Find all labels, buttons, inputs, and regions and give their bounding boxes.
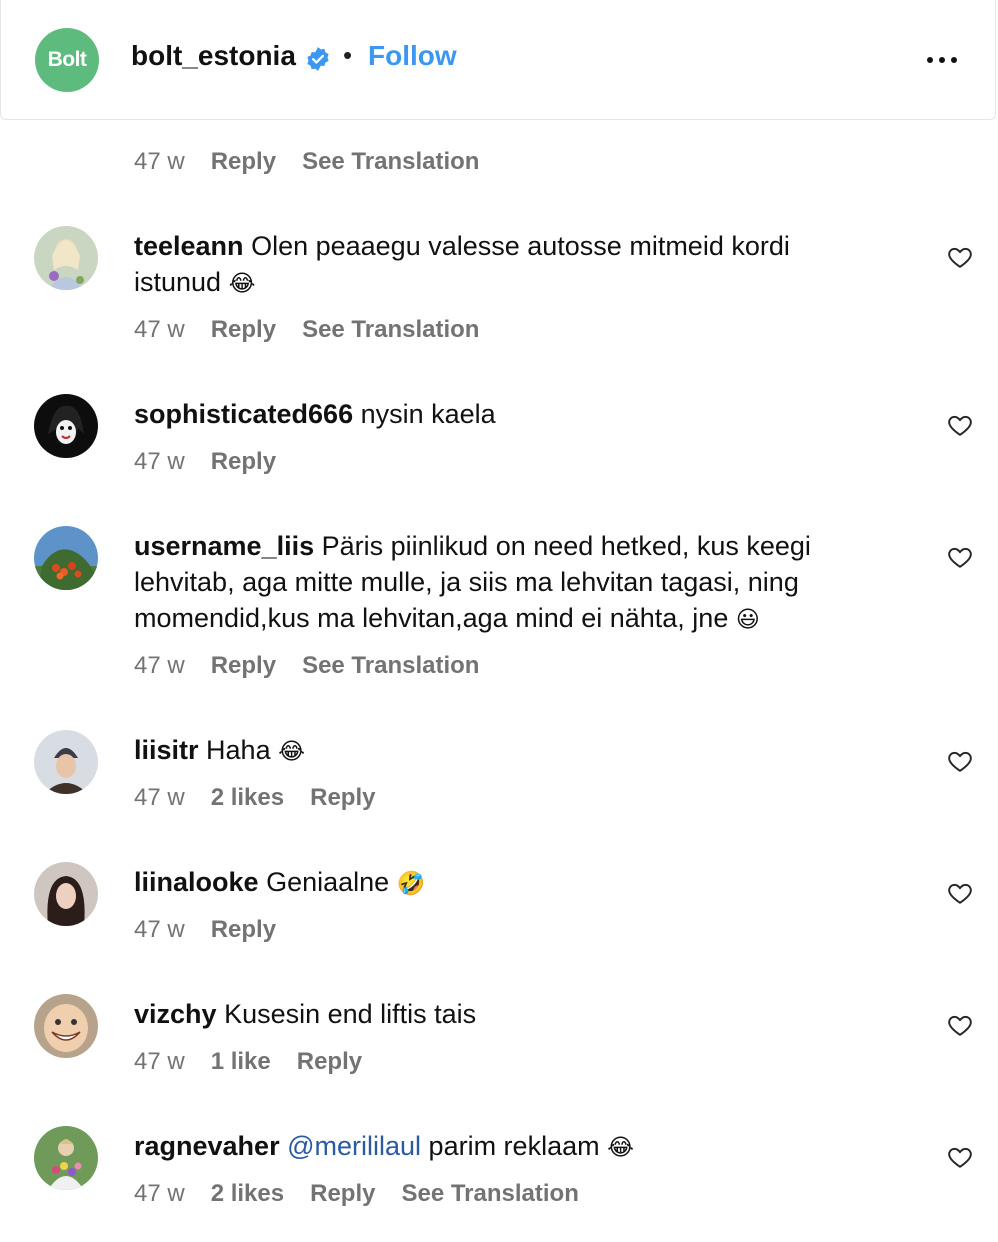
like-heart-icon[interactable]	[946, 544, 974, 570]
comment-meta: 47 w Reply	[134, 448, 302, 476]
comment-username[interactable]: liinalooke	[134, 867, 259, 897]
comment-meta: 47 w Reply See Translation	[134, 652, 505, 680]
avatar[interactable]	[34, 1126, 98, 1190]
emoji: 😂	[228, 270, 256, 296]
comment-time: 47 w	[134, 1048, 185, 1075]
comment-body: parim reklaam	[428, 1131, 600, 1161]
follow-button[interactable]: Follow	[368, 40, 457, 72]
emoji: 😂	[278, 738, 305, 764]
see-translation-button[interactable]: See Translation	[401, 1180, 578, 1208]
reply-button[interactable]: Reply	[211, 916, 276, 944]
avatar[interactable]	[34, 862, 98, 926]
comment-time: 47 w	[134, 916, 185, 943]
like-heart-icon[interactable]	[946, 244, 974, 270]
avatar[interactable]	[34, 526, 98, 590]
emoji: 😂	[607, 1134, 634, 1160]
post-header: Bolt bolt_estonia • Follow	[0, 0, 996, 120]
comment-text: teeleann Olen peaaegu valesse autosse mi…	[134, 228, 884, 301]
verified-badge-icon	[307, 47, 329, 71]
comment-time: 47 w	[134, 448, 185, 475]
comment-text: ragnevaher @merililaul parim reklaam 😂	[134, 1128, 884, 1165]
comment-time: 47 w	[134, 652, 185, 679]
avatar[interactable]	[34, 730, 98, 794]
comment-username[interactable]: sophisticated666	[134, 399, 353, 429]
comment-time: 47 w	[134, 316, 185, 343]
reply-button[interactable]: Reply	[310, 1180, 375, 1208]
see-translation-button[interactable]: See Translation	[302, 316, 479, 344]
comment-body: nysin kaela	[360, 399, 496, 429]
comment-text: liinalooke Geniaalne 🤣	[134, 864, 884, 901]
comment-username[interactable]: teeleann	[134, 231, 244, 261]
comment-text: liisitr Haha 😂	[134, 732, 884, 769]
avatar[interactable]	[34, 994, 98, 1058]
more-options-icon[interactable]	[927, 48, 963, 72]
emoji: 🤣	[396, 870, 426, 896]
comment-time: 47 w	[134, 1180, 185, 1207]
comment-meta: 47 w 1 like Reply	[134, 1048, 388, 1076]
comment-meta: 47 w Reply See Translation	[134, 148, 505, 176]
emoji: 😃	[735, 606, 760, 632]
comment-username[interactable]: vizchy	[134, 999, 217, 1029]
comment-meta: 47 w Reply See Translation	[134, 316, 505, 344]
comment-body: Haha	[206, 735, 271, 765]
comment-meta: 47 w Reply	[134, 916, 302, 944]
reply-button[interactable]: Reply	[297, 1048, 362, 1076]
avatar[interactable]	[34, 226, 98, 290]
mention-link[interactable]: @merililaul	[287, 1131, 421, 1161]
like-heart-icon[interactable]	[946, 412, 974, 438]
like-heart-icon[interactable]	[946, 1144, 974, 1170]
account-username[interactable]: bolt_estonia	[131, 40, 296, 72]
separator-dot: •	[343, 40, 353, 70]
comment-text: vizchy Kusesin end liftis tais	[134, 996, 884, 1032]
like-heart-icon[interactable]	[946, 1012, 974, 1038]
likes-count[interactable]: 2 likes	[211, 784, 284, 812]
likes-count[interactable]: 2 likes	[211, 1180, 284, 1208]
avatar[interactable]	[34, 394, 98, 458]
comment-username[interactable]: username_liis	[134, 531, 314, 561]
comment-meta: 47 w 2 likes Reply	[134, 784, 401, 812]
comment-body: Geniaalne	[266, 867, 390, 897]
comment-username[interactable]: ragnevaher	[134, 1131, 280, 1161]
reply-button[interactable]: Reply	[211, 652, 276, 680]
comment-body: Kusesin end liftis tais	[224, 999, 477, 1029]
comment-meta: 47 w 2 likes Reply See Translation	[134, 1180, 605, 1208]
comment-username[interactable]: liisitr	[134, 735, 199, 765]
reply-button[interactable]: Reply	[211, 448, 276, 476]
comment-text: sophisticated666 nysin kaela	[134, 396, 884, 432]
see-translation-button[interactable]: See Translation	[302, 148, 479, 176]
reply-button[interactable]: Reply	[211, 148, 276, 176]
like-heart-icon[interactable]	[946, 748, 974, 774]
comment-text: username_liis Päris piinlikud on need he…	[134, 528, 884, 637]
comment-time: 47 w	[134, 784, 185, 811]
comment-time: 47 w	[134, 148, 185, 175]
reply-button[interactable]: Reply	[211, 316, 276, 344]
reply-button[interactable]: Reply	[310, 784, 375, 812]
like-heart-icon[interactable]	[946, 880, 974, 906]
likes-count[interactable]: 1 like	[211, 1048, 271, 1076]
see-translation-button[interactable]: See Translation	[302, 652, 479, 680]
brand-avatar[interactable]: Bolt	[35, 28, 99, 92]
